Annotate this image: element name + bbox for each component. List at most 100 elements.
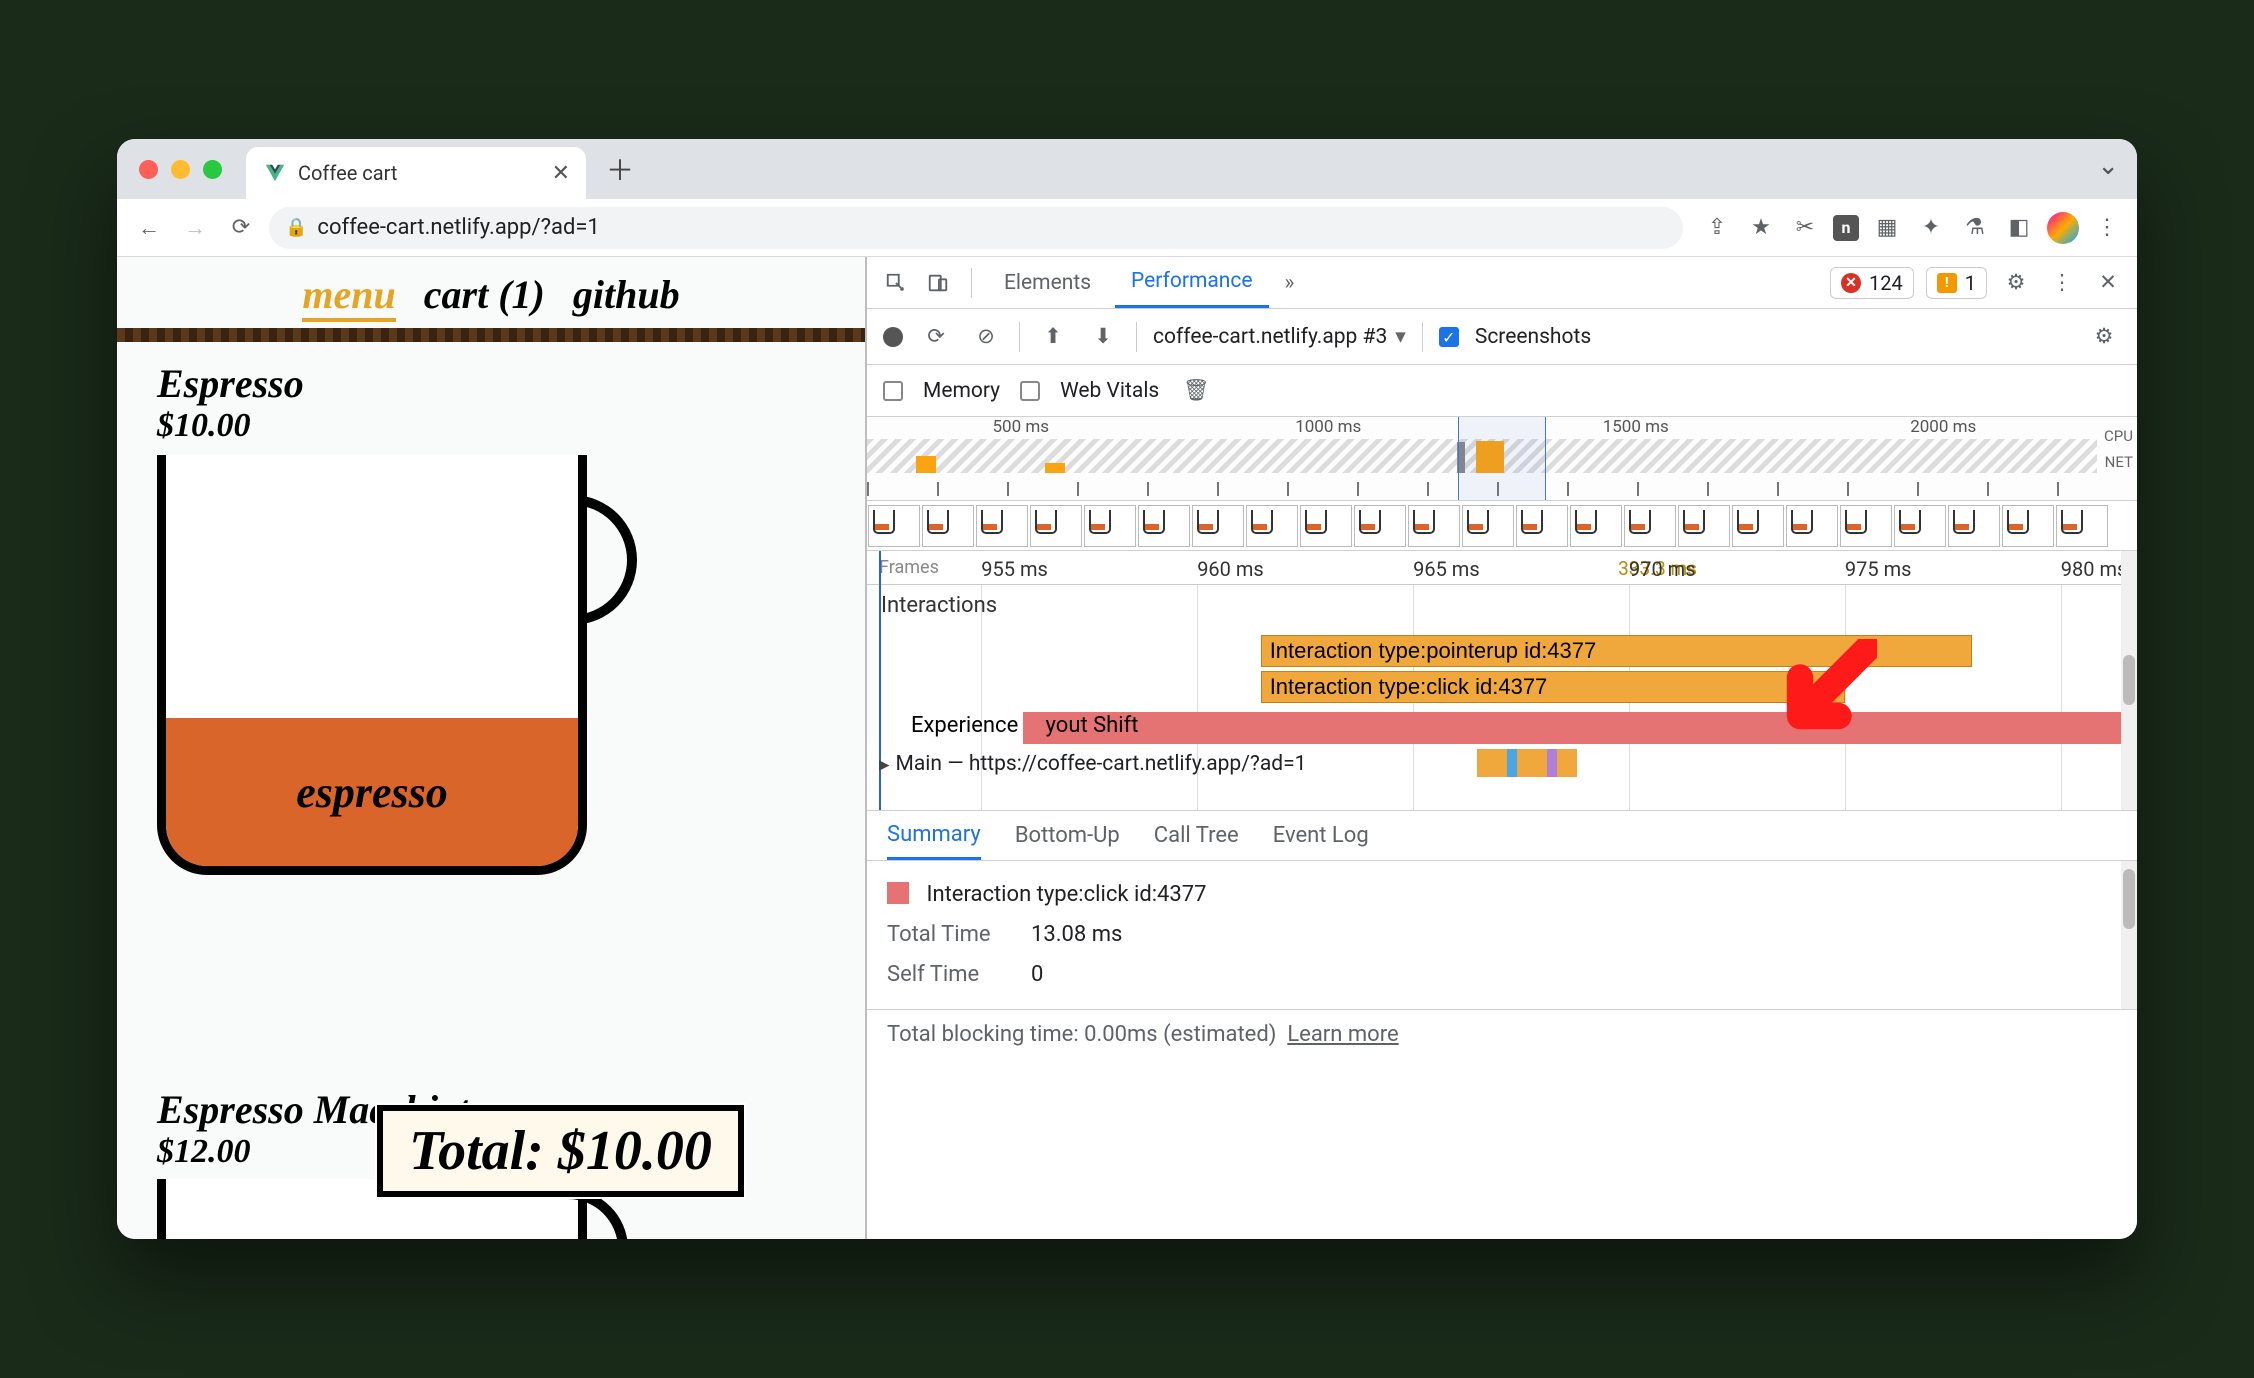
screenshot-thumb[interactable] <box>1516 505 1568 547</box>
perf-toolbar: ⟳ ⊘ ⬆ ⬇ coffee-cart.netlify.app #3 ▾ Scr… <box>867 309 2137 365</box>
extensions-puzzle-icon[interactable]: ✦ <box>1915 212 1947 244</box>
reload-record-icon[interactable]: ⟳ <box>919 320 953 354</box>
screenshot-thumb[interactable] <box>1786 505 1838 547</box>
tabs-menu-icon[interactable]: ⌄ <box>2097 151 2119 181</box>
back-button[interactable]: ← <box>131 210 167 246</box>
console-errors-pill[interactable]: ✕ 124 <box>1830 267 1914 299</box>
tab-call-tree[interactable]: Call Tree <box>1154 823 1239 848</box>
flame-chart-area[interactable]: Frames 333.3 ms 955 ms 960 ms 965 ms 970… <box>867 551 2137 811</box>
divider <box>1019 322 1020 352</box>
tab-elements[interactable]: Elements <box>988 257 1107 308</box>
extension-grid-icon[interactable]: ▦ <box>1871 212 1903 244</box>
screenshot-thumb[interactable] <box>1138 505 1190 547</box>
screenshot-thumb[interactable] <box>1192 505 1244 547</box>
ruler-tick: 960 ms <box>1197 557 1264 581</box>
extension-n-icon[interactable]: n <box>1833 215 1859 241</box>
download-icon[interactable]: ⬇ <box>1086 320 1120 354</box>
screenshot-thumb[interactable] <box>1570 505 1622 547</box>
product-card-espresso[interactable]: Espresso $10.00 espresso <box>117 342 865 893</box>
perf-settings-icon[interactable]: ⚙ <box>2087 320 2121 354</box>
perf-toolbar-2: Memory Web Vitals 🗑 <box>867 365 2137 417</box>
layout-shift-bar[interactable] <box>1023 712 2121 744</box>
more-tabs-icon[interactable]: » <box>1277 271 1303 295</box>
screenshot-thumb[interactable] <box>976 505 1028 547</box>
tab-performance[interactable]: Performance <box>1115 257 1268 308</box>
overview-selection[interactable] <box>1458 417 1547 500</box>
screenshot-thumb[interactable] <box>1732 505 1784 547</box>
memory-checkbox[interactable] <box>883 381 903 401</box>
nav-cart-link[interactable]: cart (1) <box>424 271 545 322</box>
nav-github-link[interactable]: github <box>573 271 680 322</box>
tab-bottom-up[interactable]: Bottom-Up <box>1015 823 1120 848</box>
chevron-down-icon: ▾ <box>1395 324 1406 349</box>
summary-self-time: Self Time 0 <box>887 955 2117 995</box>
screenshot-thumb[interactable] <box>1840 505 1892 547</box>
screenshot-thumb[interactable] <box>1354 505 1406 547</box>
ruler-tick: 970 ms <box>1629 557 1696 581</box>
screenshot-filmstrip[interactable] <box>867 501 2137 551</box>
devtools-right-cluster: ✕ 124 ! 1 ⚙ ⋮ ✕ <box>1830 266 2125 300</box>
cart-total-button[interactable]: Total: $10.00 <box>377 1105 744 1197</box>
devtools-close-icon[interactable]: ✕ <box>2091 266 2125 300</box>
error-dot-icon: ✕ <box>1841 273 1861 293</box>
learn-more-link[interactable]: Learn more <box>1287 1022 1398 1047</box>
share-icon[interactable]: ⇪ <box>1701 212 1733 244</box>
expand-caret-icon[interactable]: ▸ <box>879 752 890 777</box>
trash-icon[interactable]: 🗑 <box>1179 374 1213 408</box>
side-panel-icon[interactable]: ◧ <box>2003 212 2035 244</box>
browser-tab[interactable]: Coffee cart ✕ <box>246 147 586 199</box>
record-button[interactable] <box>883 327 903 347</box>
screenshot-thumb[interactable] <box>2056 505 2108 547</box>
minimize-window-icon[interactable] <box>171 160 190 179</box>
devtools-menu-icon[interactable]: ⋮ <box>2045 266 2079 300</box>
screenshot-thumb[interactable] <box>1462 505 1514 547</box>
summary-title: Interaction type:click id:4377 <box>926 882 1206 907</box>
chrome-menu-icon[interactable]: ⋮ <box>2091 212 2123 244</box>
screenshot-thumb[interactable] <box>1246 505 1298 547</box>
summary-scrollbar[interactable] <box>2121 861 2137 1009</box>
nav-menu-link[interactable]: menu <box>302 271 395 322</box>
screenshot-thumb[interactable] <box>1894 505 1946 547</box>
address-bar[interactable]: 🔒 coffee-cart.netlify.app/?ad=1 <box>269 207 1683 249</box>
screenshot-thumb[interactable] <box>1300 505 1352 547</box>
screenshot-thumb[interactable] <box>1678 505 1730 547</box>
tab-event-log[interactable]: Event Log <box>1273 823 1369 848</box>
product-name: Espresso <box>157 360 825 407</box>
webvitals-checkbox[interactable] <box>1020 381 1040 401</box>
screenshot-thumb[interactable] <box>1624 505 1676 547</box>
close-window-icon[interactable] <box>139 160 158 179</box>
timeline-scrollbar[interactable] <box>2121 551 2137 810</box>
interaction-bar-click[interactable]: Interaction type:click id:4377 <box>1261 671 1845 703</box>
recording-selector[interactable]: coffee-cart.netlify.app #3 ▾ <box>1153 324 1406 349</box>
webvitals-label: Web Vitals <box>1060 379 1159 403</box>
screenshot-thumb[interactable] <box>1408 505 1460 547</box>
tab-summary[interactable]: Summary <box>887 811 981 860</box>
screenshot-thumb[interactable] <box>2002 505 2054 547</box>
maximize-window-icon[interactable] <box>203 160 222 179</box>
interaction-bar-pointerup[interactable]: Interaction type:pointerup id:4377 <box>1261 635 1972 667</box>
screenshot-thumb[interactable] <box>868 505 920 547</box>
main-thread-bars[interactable] <box>1477 749 1577 777</box>
perf-overview[interactable]: 500 ms 1000 ms 1500 ms 2000 ms CPU NET <box>867 417 2137 501</box>
labs-flask-icon[interactable]: ⚗ <box>1959 212 1991 244</box>
inspect-element-icon[interactable] <box>879 266 913 300</box>
main-thread-track[interactable]: ▸ Main — https://coffee-cart.netlify.app… <box>867 747 2121 781</box>
screenshot-thumb[interactable] <box>1030 505 1082 547</box>
screenshot-thumb[interactable] <box>922 505 974 547</box>
bookmark-star-icon[interactable]: ★ <box>1745 212 1777 244</box>
screenshot-thumb[interactable] <box>1084 505 1136 547</box>
clear-icon[interactable]: ⊘ <box>969 320 1003 354</box>
reload-button[interactable]: ⟳ <box>223 210 259 246</box>
scissors-icon[interactable]: ✂ <box>1789 212 1821 244</box>
ruler-tick: 965 ms <box>1413 557 1480 581</box>
tab-close-icon[interactable]: ✕ <box>552 161 570 186</box>
forward-button[interactable]: → <box>177 210 213 246</box>
profile-avatar[interactable] <box>2047 212 2079 244</box>
devtools-settings-icon[interactable]: ⚙ <box>1999 266 2033 300</box>
new-tab-button[interactable]: ＋ <box>596 145 644 193</box>
device-toolbar-icon[interactable] <box>921 266 955 300</box>
upload-icon[interactable]: ⬆ <box>1036 320 1070 354</box>
screenshots-checkbox[interactable] <box>1439 327 1459 347</box>
console-warnings-pill[interactable]: ! 1 <box>1926 267 1987 299</box>
screenshot-thumb[interactable] <box>1948 505 2000 547</box>
